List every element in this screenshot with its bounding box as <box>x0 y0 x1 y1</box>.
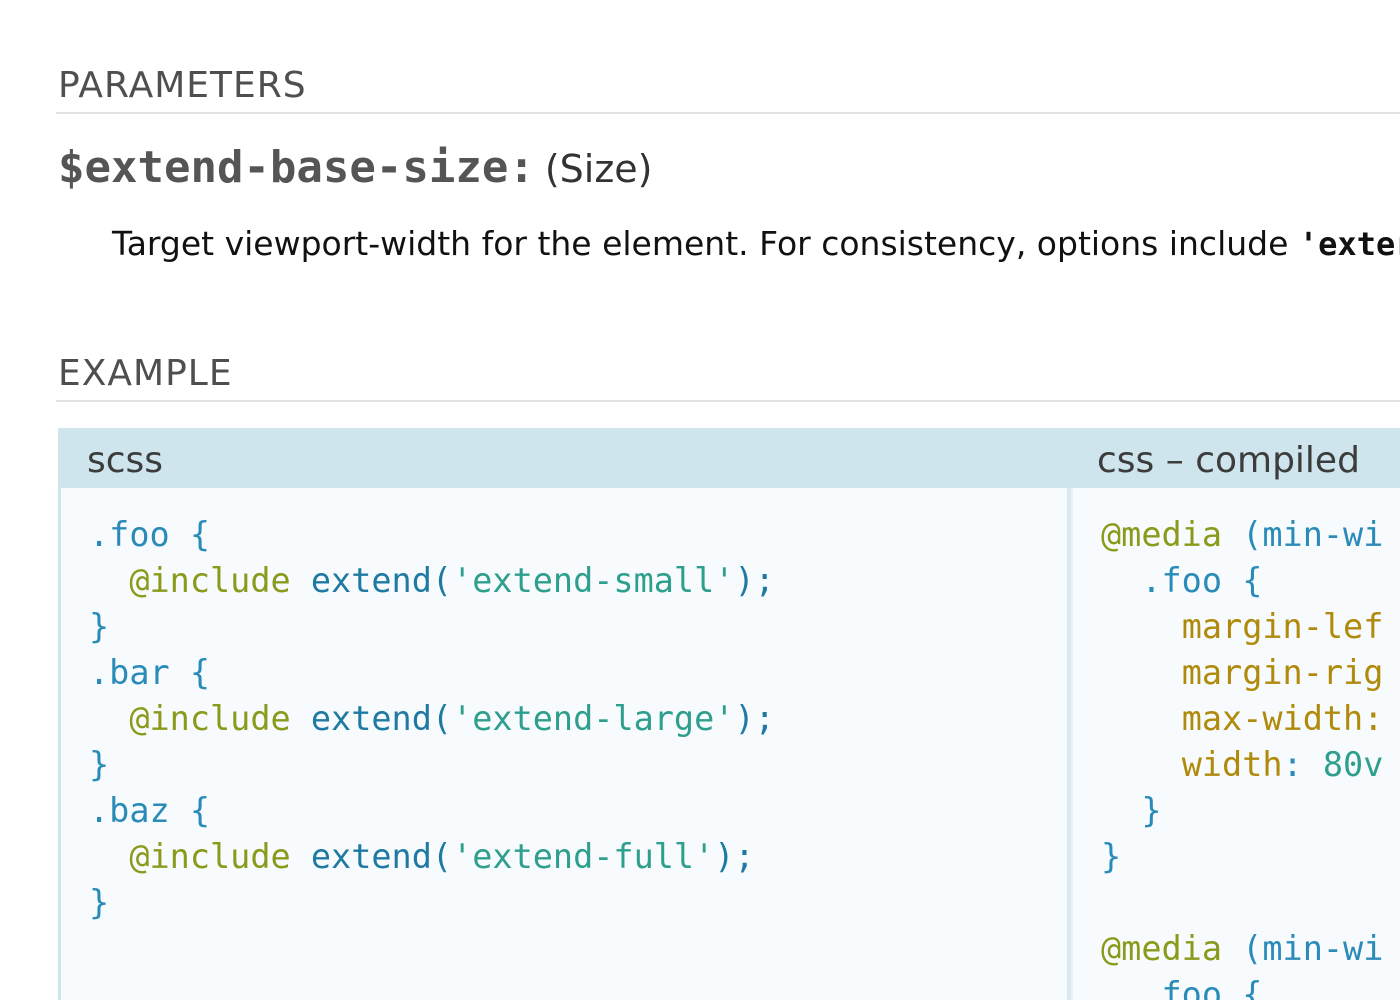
example-header-bar: scss css – compiled <box>61 431 1400 488</box>
css-compiled-code-pane[interactable]: @media (min-wi .foo { margin-lef margin-… <box>1071 488 1400 1000</box>
code-token: .foo <box>1141 975 1223 1000</box>
code-token: } <box>1101 837 1122 876</box>
code-token: ); <box>734 561 775 600</box>
css-code-line: } <box>1101 791 1162 830</box>
code-token: } <box>89 883 110 922</box>
example-divider <box>56 400 1400 402</box>
css-code-line: width: 80v <box>1101 745 1384 784</box>
css-code-line: margin-lef <box>1101 607 1384 646</box>
code-token: extend( <box>290 837 453 876</box>
scss-code-pane[interactable]: .foo { @include extend('extend-small'); … <box>61 488 1071 1000</box>
code-token: .foo <box>89 515 170 554</box>
code-token: ); <box>714 837 755 876</box>
code-token: : <box>1282 745 1323 784</box>
css-code-line: .foo { <box>1101 975 1262 1000</box>
css-code-line: .foo { <box>1101 561 1262 600</box>
code-token: 80v <box>1322 745 1384 784</box>
code-token: { <box>169 791 211 830</box>
code-token: @include <box>129 699 291 738</box>
parameter-signature: $extend-base-size: (Size) <box>58 146 652 190</box>
code-token: @include <box>129 561 291 600</box>
scss-code-line: } <box>89 745 109 784</box>
code-token: { <box>169 515 211 554</box>
css-code-line: } <box>1101 837 1121 876</box>
code-token: 'extend-large' <box>452 699 735 738</box>
code-token: .foo <box>1141 561 1223 600</box>
scss-code-line: @include extend('extend-large'); <box>89 699 775 738</box>
scss-code-block: .foo { @include extend('extend-small'); … <box>89 512 775 926</box>
code-token: ); <box>734 699 775 738</box>
css-code-block: @media (min-wi .foo { margin-lef margin-… <box>1101 512 1383 1000</box>
code-token: 'extend-small' <box>452 561 735 600</box>
code-token: (min-wi <box>1222 929 1384 968</box>
code-token: margin-rig <box>1181 653 1384 692</box>
scss-code-line: } <box>89 607 109 646</box>
code-token: @media <box>1101 515 1223 554</box>
code-token: (min-wi <box>1222 515 1384 554</box>
parameter-description-text: Target viewport-width for the element. F… <box>112 224 1299 263</box>
css-code-line: margin-rig <box>1101 653 1384 692</box>
code-token: max-width: <box>1181 699 1384 738</box>
css-code-line: @media (min-wi <box>1101 515 1383 554</box>
scss-tab-label: scss <box>87 440 164 481</box>
parameter-name: $extend-base-size: <box>58 142 535 193</box>
scss-code-line: @include extend('extend-full'); <box>89 837 755 876</box>
css-compiled-tab-label: css – compiled <box>1097 440 1360 481</box>
parameter-type: (Size) <box>544 147 653 191</box>
code-token: @media <box>1101 929 1223 968</box>
code-token: 'extend-full' <box>452 837 715 876</box>
scss-code-line: .foo { <box>89 515 210 554</box>
parameter-description: Target viewport-width for the element. F… <box>112 224 1400 264</box>
code-token: } <box>1101 791 1162 830</box>
scss-code-line: @include extend('extend-small'); <box>89 561 775 600</box>
code-token: width <box>1181 745 1283 784</box>
code-token: } <box>89 607 110 646</box>
scss-code-line: .baz { <box>89 791 210 830</box>
code-token: } <box>89 745 110 784</box>
css-code-line: @media (min-wi <box>1101 929 1383 968</box>
code-token: extend( <box>290 561 453 600</box>
code-token: margin-lef <box>1181 607 1384 646</box>
code-token: { <box>1222 561 1263 600</box>
code-token: @include <box>129 837 291 876</box>
css-code-line: max-width: <box>1101 699 1384 738</box>
example-heading: EXAMPLE <box>58 353 233 394</box>
code-token: extend( <box>290 699 453 738</box>
code-token: { <box>1222 975 1263 1000</box>
parameters-heading: PARAMETERS <box>58 65 307 106</box>
parameters-divider <box>56 112 1400 114</box>
code-token: .baz <box>89 791 170 830</box>
scss-code-line: .bar { <box>89 653 210 692</box>
code-token: .bar <box>89 653 170 692</box>
example-code-panel: scss css – compiled .foo { @include exte… <box>58 428 1400 1000</box>
parameter-description-code: 'exter <box>1298 225 1400 263</box>
code-token: { <box>169 653 211 692</box>
scss-code-line: } <box>89 883 109 922</box>
